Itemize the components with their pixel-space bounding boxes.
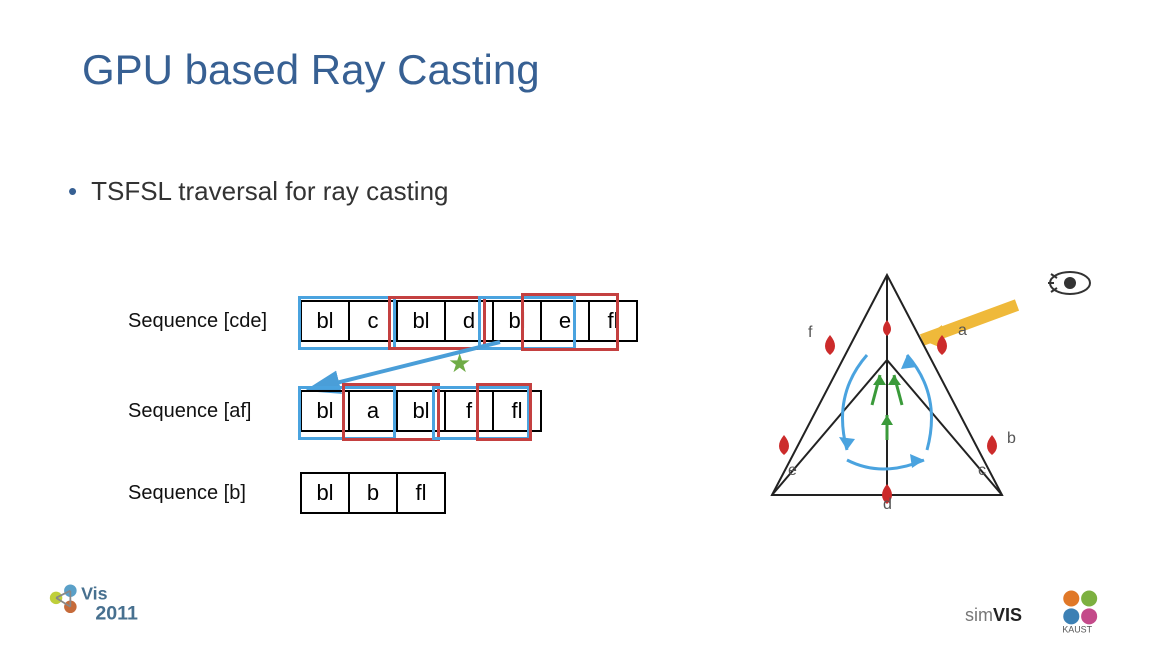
- page-title: GPU based Ray Casting: [82, 46, 540, 94]
- diagram-label-e: e: [788, 462, 797, 479]
- seq-af-cell-4: fl: [492, 390, 542, 432]
- simvis-logo: simVIS: [965, 605, 1022, 626]
- bullet-dot: •: [68, 176, 77, 206]
- tetra-diagram: a b c d e f: [752, 265, 1022, 505]
- svg-text:2011: 2011: [95, 602, 138, 624]
- diagram-label-b: b: [1007, 430, 1016, 447]
- svg-text:KAUST: KAUST: [1062, 624, 1092, 634]
- vis2011-logo: Vis 2011: [40, 580, 190, 630]
- seq-b-label: Sequence [b]: [128, 482, 246, 505]
- seq-b-cell-1: b: [348, 472, 398, 514]
- seq-b-cells: bl b fl: [300, 472, 446, 514]
- seq-af-cells: bl a bl f fl: [300, 390, 542, 432]
- diagram-label-f: f: [808, 324, 813, 341]
- seq-cde-label: Sequence [cde]: [128, 310, 267, 333]
- bullet-line: • TSFSL traversal for ray casting: [68, 176, 448, 207]
- seq-af-cell-0: bl: [300, 390, 350, 432]
- seq-af-cell-1: a: [348, 390, 398, 432]
- seq-b-cell-2: fl: [396, 472, 446, 514]
- svg-text:Vis: Vis: [81, 584, 108, 604]
- seq-af-cell-3: f: [444, 390, 494, 432]
- bullet-text: TSFSL traversal for ray casting: [91, 176, 448, 206]
- traversal-arrow: [300, 300, 620, 400]
- eye-icon: [1048, 270, 1092, 296]
- seq-b-cell-0: bl: [300, 472, 350, 514]
- diagram-label-c: c: [978, 462, 986, 479]
- seq-af-cell-2: bl: [396, 390, 446, 432]
- seq-af-label: Sequence [af]: [128, 400, 251, 423]
- diagram-label-d: d: [883, 496, 892, 513]
- kaust-logo: KAUST: [1052, 586, 1112, 636]
- diagram-label-a: a: [958, 322, 967, 339]
